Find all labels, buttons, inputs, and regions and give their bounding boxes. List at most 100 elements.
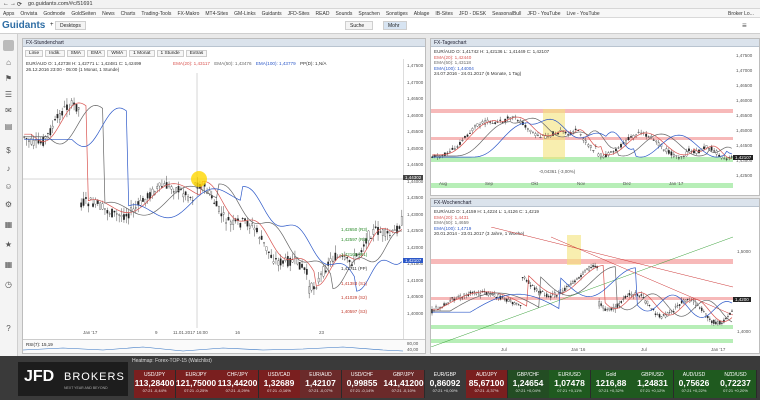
pivot-level-label: 1,42650 (R3): [341, 227, 368, 232]
bookmark-broker[interactable]: Broker Lo...: [728, 9, 754, 17]
guidants-logo[interactable]: Guidants: [2, 20, 45, 31]
heatmap-cell[interactable]: GBP/JPY 141,41200 07:21 -0,10%: [383, 370, 425, 398]
heatmap-cell[interactable]: EUR/USD 1,07478 07:21 +0,11%: [549, 370, 591, 398]
bookmark-item[interactable]: News: [99, 9, 118, 17]
heatmap-cell[interactable]: Gold 1216,88 07:21 +0,32%: [590, 370, 633, 398]
chart-toolbar-button[interactable]: Indik.: [45, 50, 65, 57]
chart-icon[interactable]: ▤: [3, 122, 14, 133]
hourly-candles[interactable]: [23, 73, 403, 328]
back-icon[interactable]: ←: [3, 1, 9, 7]
home-icon[interactable]: ⌂: [3, 58, 14, 69]
reload-icon[interactable]: ⟳: [17, 1, 22, 8]
search-button[interactable]: Suche: [345, 21, 373, 30]
user-icon[interactable]: ☺: [3, 182, 14, 193]
bookmark-item[interactable]: Live - YouTube: [563, 9, 602, 17]
daily-candles[interactable]: [431, 79, 733, 189]
bookmark-item[interactable]: Sonstiges: [383, 9, 411, 17]
bookmark-item[interactable]: Godmode: [40, 9, 68, 17]
grid-icon[interactable]: ▦: [3, 260, 14, 271]
y-tick-label: 1,40500: [407, 294, 424, 299]
candle-body: [286, 256, 289, 267]
bookmark-item[interactable]: JFD - DESK: [456, 9, 489, 17]
help-icon[interactable]: ?: [3, 324, 14, 335]
bookmark-item[interactable]: Sounds: [332, 9, 355, 17]
heatmap-cell[interactable]: NZD/USD 0,72237 07:21 +0,20%: [715, 370, 757, 398]
bookmark-item[interactable]: IB-Sites: [432, 9, 456, 17]
bookmark-item[interactable]: GoldSeiten: [68, 9, 99, 17]
tab-desktops[interactable]: Desktops: [55, 21, 86, 30]
candle-body: [491, 123, 494, 124]
candle-body: [54, 119, 56, 121]
chart-toolbar-button[interactable]: Linie: [25, 50, 44, 57]
chart-toolbar-button[interactable]: EMA: [87, 50, 106, 57]
candle-body: [647, 136, 650, 138]
chat-icon[interactable]: ✉: [3, 106, 14, 117]
flag-icon[interactable]: ⚑: [3, 74, 14, 85]
level-band: [431, 259, 733, 264]
heatmap-val: 0,75626: [678, 378, 710, 388]
mohr-button[interactable]: Mohr: [383, 21, 407, 30]
chart-toolbar-button[interactable]: Extras: [185, 50, 208, 57]
chart-toolbar-button[interactable]: 1 Stunde: [156, 50, 184, 57]
chart-toolbar-button[interactable]: WMA: [107, 50, 128, 57]
list-icon[interactable]: ☰: [3, 90, 14, 101]
forward-icon[interactable]: →: [10, 1, 16, 7]
candle-body: [313, 286, 315, 290]
chart-toolbar-button[interactable]: SMA: [66, 50, 86, 57]
bookmark-item[interactable]: MT4-Sites: [202, 9, 231, 17]
bookmark-item[interactable]: FX-Makro: [174, 9, 202, 17]
candle-body: [656, 314, 659, 316]
heatmap-cell[interactable]: EUR/GBP 0,86092 07:21 +0,00%: [424, 370, 467, 398]
candle-body: [662, 149, 665, 151]
bookmark-item[interactable]: Guidants: [259, 9, 285, 17]
address-bar[interactable]: ← → ⟳ go.guidants.com/#c/51691: [0, 0, 760, 9]
heatmap-cell[interactable]: GBP/CHF 1,24654 07:21 +0,04%: [507, 370, 550, 398]
chart-toolbar: Linie Indik. SMA EMA WMA 1 Monat 1 Stunde Extra…: [25, 49, 209, 58]
bookmark-item[interactable]: JFD-Sites: [285, 9, 313, 17]
bookmark-item[interactable]: JFD - YouTube: [524, 9, 563, 17]
candle-body: [622, 298, 625, 300]
bookmark-item[interactable]: Charts: [118, 9, 139, 17]
bookmark-item[interactable]: Apps: [0, 9, 17, 17]
bookmark-item[interactable]: SeasonalBull: [489, 9, 524, 17]
y-tick-label: 1,45000: [407, 145, 424, 151]
heatmap-cell[interactable]: CHF/JPY 113,44200 07:21 -0,29%: [217, 370, 259, 398]
news-icon[interactable]: ▦: [3, 220, 14, 231]
bookmark-item[interactable]: READ: [313, 9, 333, 17]
bookmark-item[interactable]: Ablage: [411, 9, 433, 17]
menu-icon[interactable]: ≡: [742, 21, 747, 30]
dollar-icon[interactable]: $: [3, 146, 14, 157]
heatmap-cell[interactable]: USD/CHF 0,99855 07:21 -0,14%: [341, 370, 384, 398]
heatmap-cell[interactable]: EUR/AUD 1,42107 07:21 -0,07%: [300, 370, 342, 398]
candle-body: [648, 304, 651, 306]
url-text[interactable]: go.guidants.com/#c/51691: [28, 1, 93, 7]
candle-body: [517, 304, 520, 306]
heatmap-cell[interactable]: USD/CAD 1,32689 07:21 -0,16%: [258, 370, 301, 398]
candle-body: [718, 154, 721, 157]
candle-body: [672, 154, 675, 157]
avatar[interactable]: [3, 40, 14, 51]
add-tab-button[interactable]: +: [50, 22, 54, 28]
daily-x-tick: Okt: [531, 181, 539, 186]
candle-body: [279, 258, 282, 266]
bell-icon[interactable]: ♪: [3, 164, 14, 175]
heatmap-cell[interactable]: AUD/JPY 85,67100 07:21 -0,37%: [466, 370, 508, 398]
bookmark-item[interactable]: Onvista: [17, 9, 40, 17]
candle-body: [464, 136, 466, 138]
heatmap-cell[interactable]: AUD/USD 0,75626 07:21 +0,22%: [673, 370, 716, 398]
trend-line: [550, 236, 733, 316]
chart-toolbar-button[interactable]: 1 Monat: [129, 50, 155, 57]
bookmark-item[interactable]: Sprachen: [355, 9, 382, 17]
heatmap-cell[interactable]: EUR/JPY 121,75000 07:21 -0,25%: [175, 370, 218, 398]
star-icon[interactable]: ★: [3, 240, 14, 251]
clock-icon[interactable]: ◷: [3, 280, 14, 291]
bookmark-item[interactable]: Trading-Tools: [138, 9, 174, 17]
weekly-candles[interactable]: [431, 227, 733, 347]
bookmark-item[interactable]: GM-Links: [231, 9, 258, 17]
candle-body: [239, 222, 242, 228]
candle-body: [523, 276, 526, 279]
candle-body: [448, 151, 451, 153]
settings-icon[interactable]: ⚙: [3, 200, 14, 211]
heatmap-cell[interactable]: USD/JPY 113,28400 07:21 -0,44%: [134, 370, 176, 398]
heatmap-cell[interactable]: GBP/USD 1,24831 07:21 +0,12%: [632, 370, 674, 398]
